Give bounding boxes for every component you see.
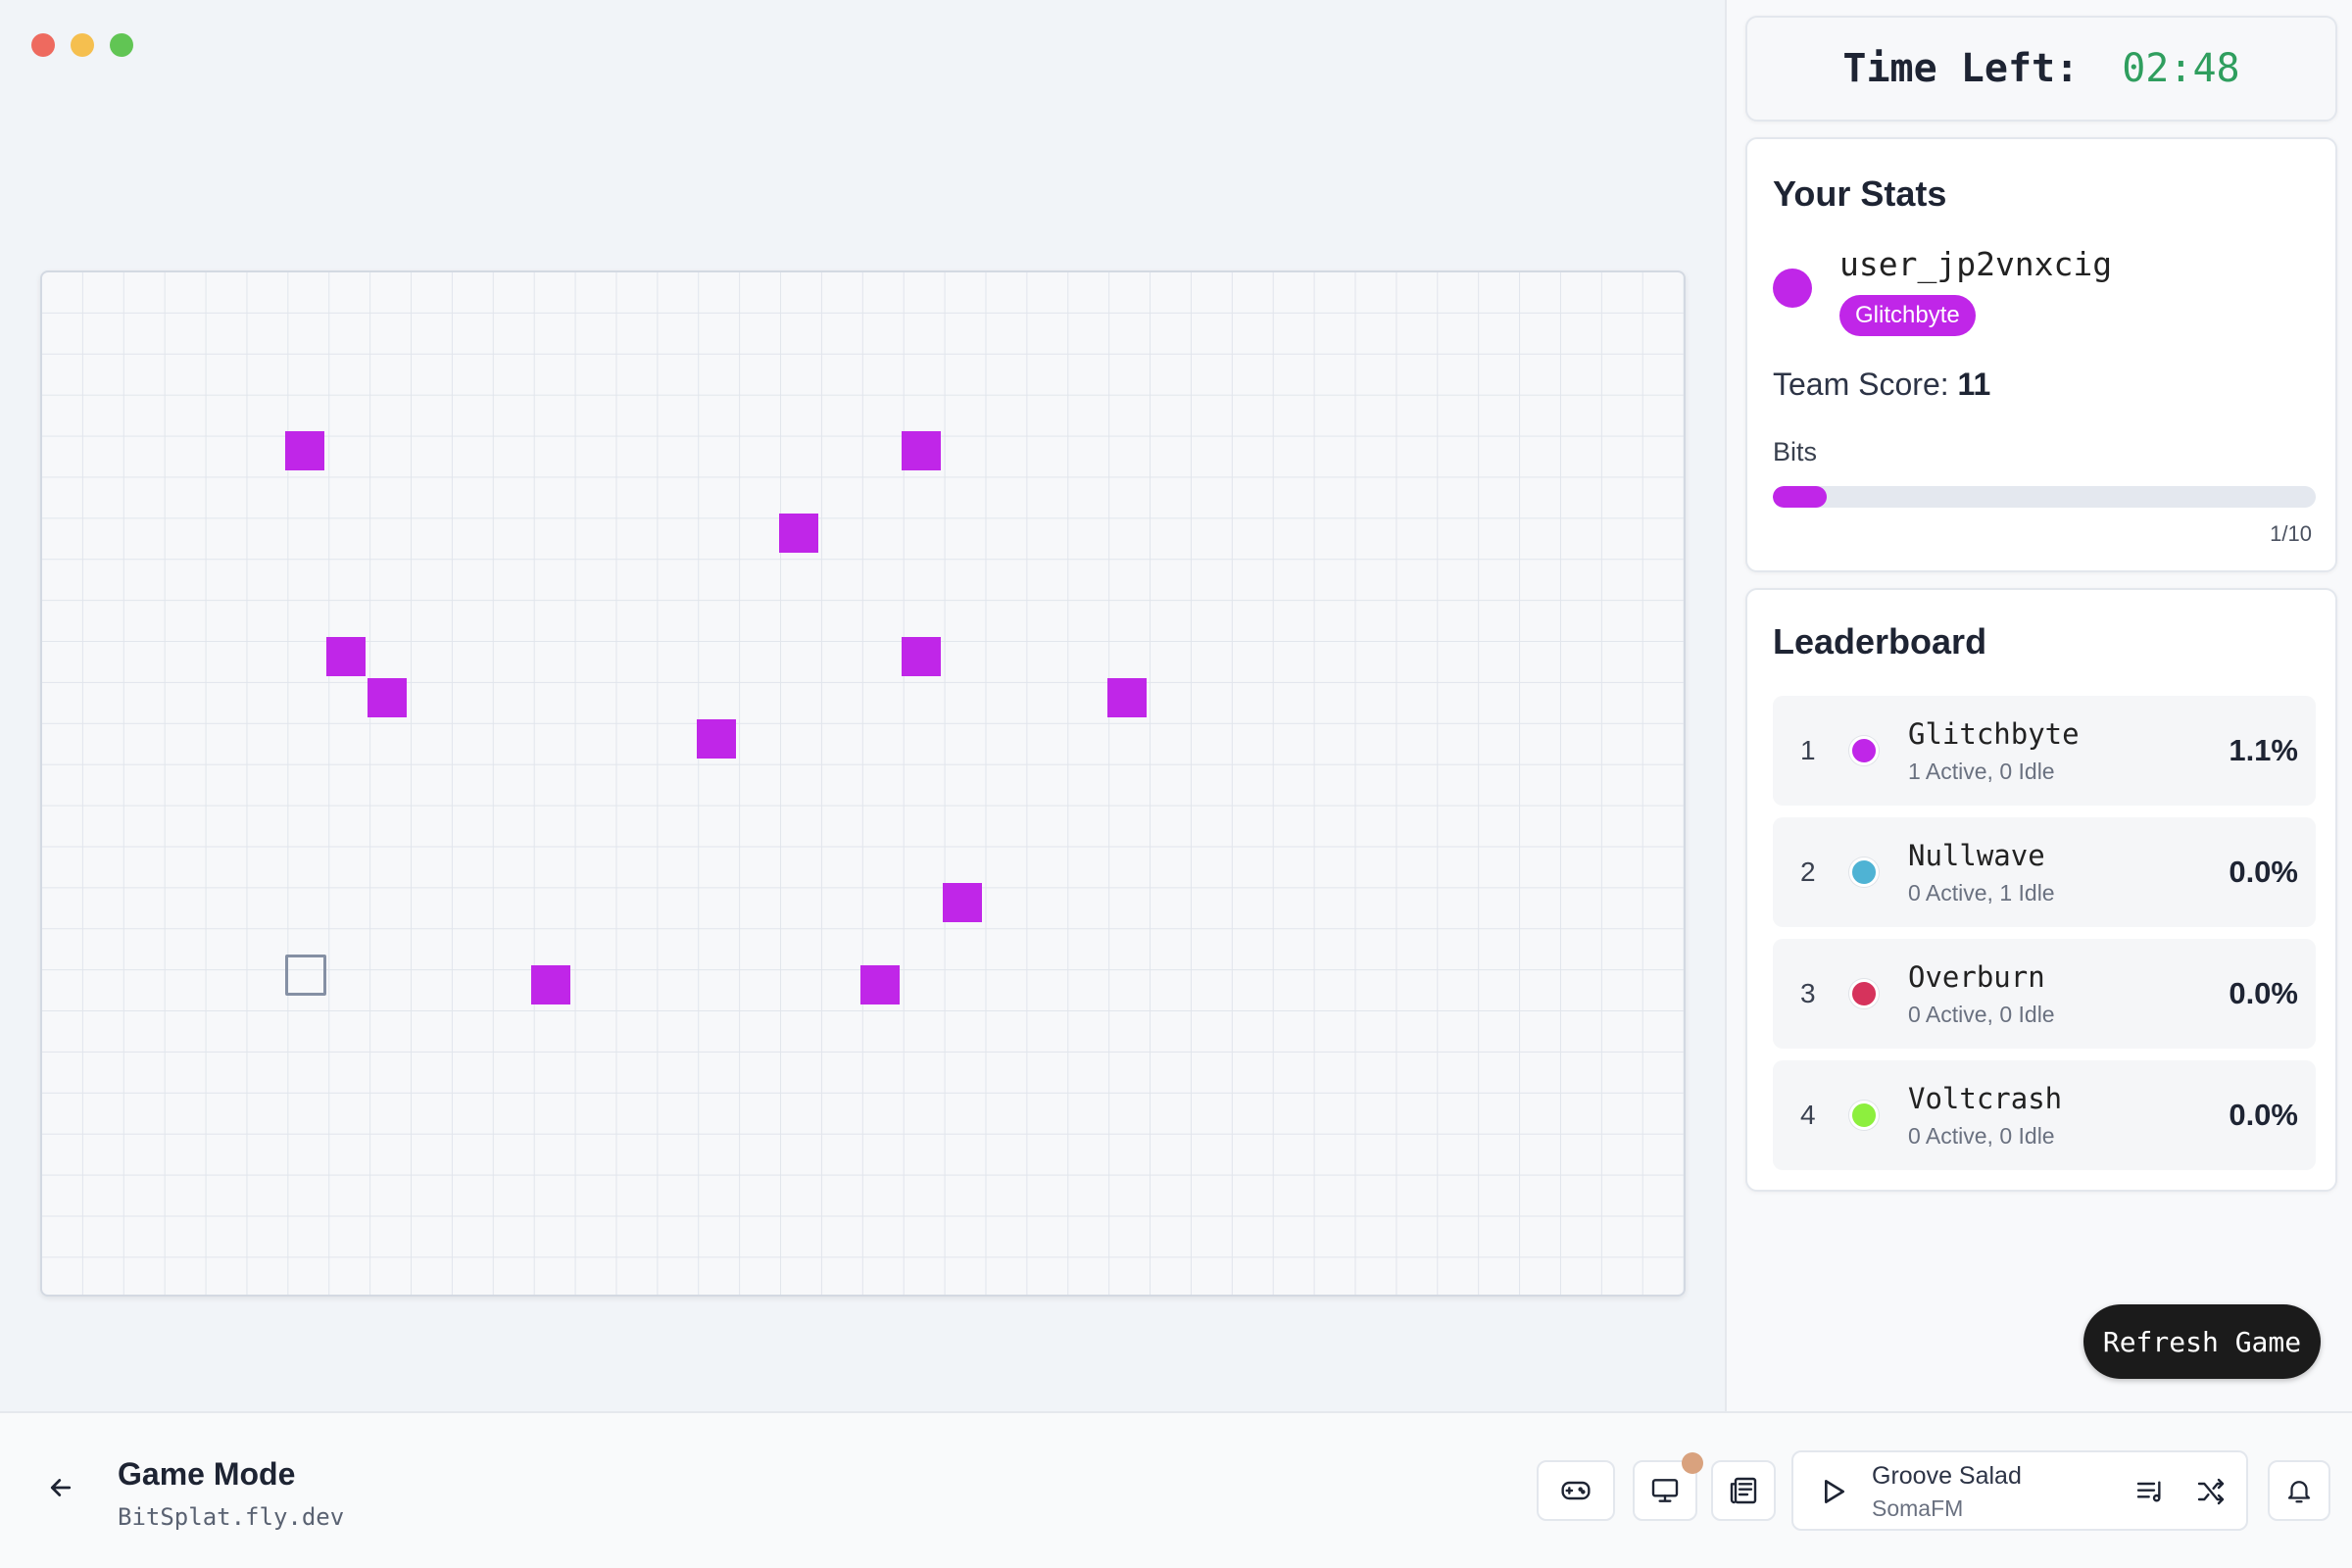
leaderboard-rank: 3 <box>1800 978 1816 1008</box>
queue-icon[interactable] <box>2134 1476 2166 1507</box>
team-score-value: 11 <box>1957 367 1991 402</box>
team-pixel <box>326 637 366 676</box>
timer-card: Time Left: 02:48 <box>1745 16 2337 122</box>
game-board[interactable] <box>40 270 1686 1297</box>
team-pixel <box>902 431 941 470</box>
team-pixel <box>902 637 941 676</box>
mode-subtitle: BitSplat.fly.dev <box>118 1503 345 1531</box>
music-player: Groove Salad SomaFM <box>1791 1450 2248 1531</box>
team-pixel <box>860 965 900 1004</box>
timer-label: Time Left: <box>1842 46 2080 91</box>
minimize-window-button[interactable] <box>71 33 94 57</box>
team-score: Team Score: 11 <box>1773 367 1990 403</box>
team-pixel <box>368 678 407 717</box>
team-percent: 1.1% <box>2229 733 2298 767</box>
bits-count: 1/10 <box>2270 521 2312 546</box>
team-name: Overburn <box>1908 959 2045 994</box>
team-color-dot <box>1773 269 1812 308</box>
team-pixel <box>285 431 324 470</box>
track-station: SomaFM <box>1872 1495 1964 1521</box>
team-color-dot <box>1849 979 1879 1008</box>
team-percent: 0.0% <box>2229 976 2298 1010</box>
bell-icon <box>2287 1481 2311 1503</box>
team-name: Nullwave <box>1908 838 2045 872</box>
placement-cursor[interactable] <box>285 955 326 996</box>
gamepad-button[interactable] <box>1537 1460 1615 1521</box>
leaderboard-rank: 1 <box>1800 735 1816 765</box>
team-percent: 0.0% <box>2229 855 2298 889</box>
team-name: Voltcrash <box>1908 1081 2063 1115</box>
username: user_jp2vnxcig <box>1839 245 2113 283</box>
team-status: 0 Active, 0 Idle <box>1908 1001 2055 1027</box>
team-percent: 0.0% <box>2229 1098 2298 1132</box>
stats-card: Your Stats user_jp2vnxcig Glitchbyte Tea… <box>1745 137 2337 572</box>
team-color-dot <box>1849 858 1879 887</box>
back-arrow-icon[interactable] <box>43 1468 78 1507</box>
monitor-button[interactable] <box>1633 1452 1703 1521</box>
team-status: 0 Active, 0 Idle <box>1908 1122 2055 1149</box>
team-score-label: Team Score: <box>1773 367 1949 402</box>
leaderboard-rank: 2 <box>1800 857 1816 887</box>
bits-progress-fill <box>1773 486 1828 508</box>
sidebar: Time Left: 02:48 Your Stats user_jp2vnxc… <box>1725 0 2352 1411</box>
monitor-icon <box>1651 1479 1679 1502</box>
user-row: user_jp2vnxcig Glitchbyte <box>1773 245 2112 336</box>
notification-dot <box>1682 1452 1703 1474</box>
play-icon[interactable] <box>1817 1474 1848 1509</box>
stats-title: Your Stats <box>1773 173 1947 214</box>
team-pixel <box>779 514 818 553</box>
bottom-bar: Game Mode BitSplat.fly.dev Groove Salad … <box>0 1411 2352 1568</box>
leaderboard-row: 1 Glitchbyte 1 Active, 0 Idle 1.1% <box>1773 696 2316 806</box>
leaderboard-card: Leaderboard 1 Glitchbyte 1 Active, 0 Idl… <box>1745 588 2337 1192</box>
mode-title: Game Mode <box>118 1456 296 1492</box>
close-window-button[interactable] <box>31 33 55 57</box>
leaderboard-rank: 4 <box>1800 1100 1816 1130</box>
team-pixel <box>697 719 736 759</box>
leaderboard-title: Leaderboard <box>1773 621 1987 662</box>
gamepad-icon <box>1561 1481 1591 1500</box>
leaderboard-row: 2 Nullwave 0 Active, 1 Idle 0.0% <box>1773 817 2316 927</box>
team-color-dot <box>1849 736 1879 765</box>
team-status: 1 Active, 0 Idle <box>1908 758 2055 784</box>
team-status: 0 Active, 1 Idle <box>1908 879 2055 906</box>
team-color-dot <box>1849 1101 1879 1130</box>
refresh-game-button[interactable]: Refresh Game <box>2083 1304 2321 1379</box>
track-title: Groove Salad <box>1872 1462 2022 1490</box>
team-pixel <box>943 883 982 922</box>
team-badge: Glitchbyte <box>1839 295 1976 336</box>
team-pixel <box>1107 678 1147 717</box>
newspaper-icon <box>1730 1477 1757 1504</box>
notifications-button[interactable] <box>2268 1460 2330 1521</box>
leaderboard-row: 4 Voltcrash 0 Active, 0 Idle 0.0% <box>1773 1060 2316 1170</box>
leaderboard-row: 3 Overburn 0 Active, 0 Idle 0.0% <box>1773 939 2316 1049</box>
shuffle-icon[interactable] <box>2195 1476 2227 1507</box>
bits-progress-bar <box>1773 486 2316 508</box>
team-pixel <box>531 965 570 1004</box>
maximize-window-button[interactable] <box>110 33 133 57</box>
news-button[interactable] <box>1711 1460 1776 1521</box>
timer-value: 02:48 <box>2122 46 2240 91</box>
team-name: Glitchbyte <box>1908 716 2080 751</box>
bits-label: Bits <box>1773 437 1818 466</box>
window-controls <box>31 33 133 57</box>
leaderboard-list: 1 Glitchbyte 1 Active, 0 Idle 1.1% 2 Nul… <box>1773 696 2316 1182</box>
